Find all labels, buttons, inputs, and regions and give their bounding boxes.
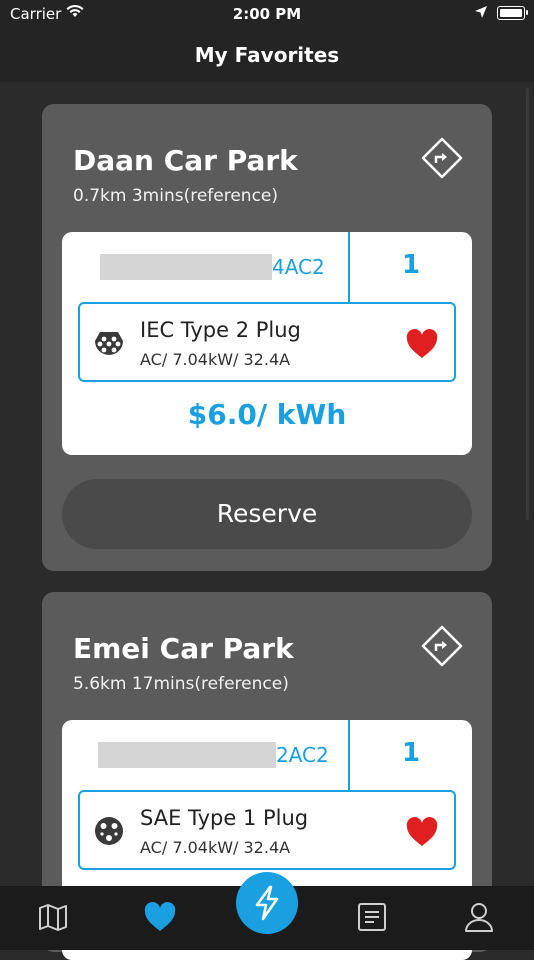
list-icon[interactable] <box>355 900 389 934</box>
battery-tip <box>526 10 528 15</box>
charger-id: 4AC2 <box>272 255 325 279</box>
car-park-name: Emei Car Park <box>73 632 294 665</box>
plug-spec: AC/ 7.04kW/ 32.4A <box>140 350 291 369</box>
plug-option[interactable]: IEC Type 2 Plug AC/ 7.04kW/ 32.4A <box>78 302 456 382</box>
battery-icon <box>497 6 525 20</box>
charger-count: 1 <box>401 738 421 768</box>
charger-count: 1 <box>401 250 421 280</box>
charger-id: 2AC2 <box>276 743 329 767</box>
status-bar: Carrier 2:00 PM <box>0 0 534 28</box>
page-title: My Favorites <box>194 43 340 67</box>
location-arrow-icon <box>475 6 487 18</box>
clock: 2:00 PM <box>232 5 302 23</box>
heart-icon[interactable] <box>406 329 438 359</box>
plug-spec: AC/ 7.04kW/ 32.4A <box>140 838 291 857</box>
redacted-block <box>98 742 276 768</box>
charger-row: 2AC2 1 <box>62 720 472 790</box>
nav-bar: My Favorites <box>0 28 534 82</box>
price-label: $6.0/ kWh <box>187 398 347 431</box>
car-park-distance: 5.6km 17mins(reference) <box>73 674 289 694</box>
map-icon[interactable] <box>36 900 70 934</box>
heart-icon[interactable] <box>143 900 177 934</box>
charge-button[interactable] <box>236 872 298 934</box>
scrollbar[interactable] <box>526 88 529 520</box>
charger-panel: 4AC2 1 IEC Type 2 Plug AC/ 7.04kW/ 32.4A… <box>62 232 472 455</box>
favorite-card: Daan Car Park 0.7km 3mins(reference) 4AC… <box>42 104 492 571</box>
charger-row: 4AC2 1 <box>62 232 472 302</box>
redacted-block <box>100 254 272 280</box>
iec-type2-plug-icon <box>95 332 123 355</box>
heart-icon[interactable] <box>406 817 438 847</box>
plug-option[interactable]: SAE Type 1 Plug AC/ 7.04kW/ 32.4A <box>78 790 456 870</box>
car-park-name: Daan Car Park <box>73 144 298 177</box>
plug-name: SAE Type 1 Plug <box>140 806 309 830</box>
directions-icon[interactable] <box>420 136 464 180</box>
sae-type1-plug-icon <box>95 817 123 845</box>
reserve-button[interactable]: Reserve <box>62 479 472 549</box>
directions-icon[interactable] <box>420 624 464 668</box>
plug-name: IEC Type 2 Plug <box>140 318 301 342</box>
profile-icon[interactable] <box>462 900 496 934</box>
lightning-icon <box>255 885 279 921</box>
car-park-distance: 0.7km 3mins(reference) <box>73 186 279 206</box>
